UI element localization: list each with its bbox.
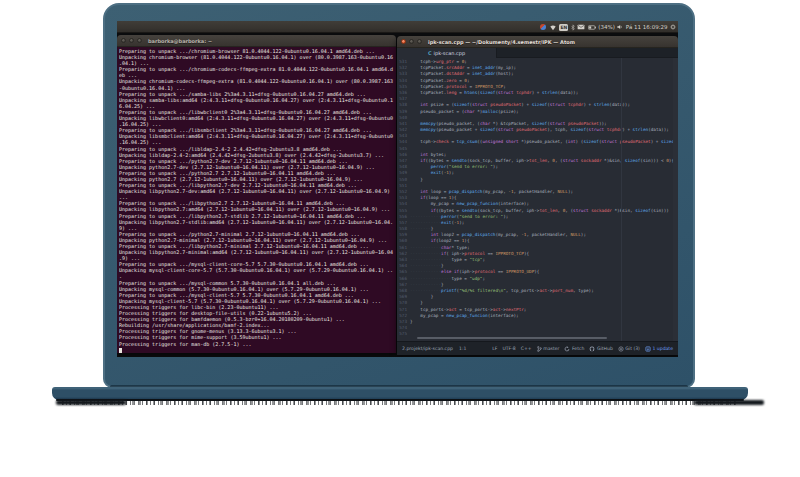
code-line: 542 memcpy(pseudo_packet + sizeof(struct… bbox=[397, 127, 678, 133]
tab-label: ipk-scan.cpp bbox=[434, 50, 466, 56]
package-icon bbox=[645, 346, 651, 352]
status-git-branch[interactable]: master bbox=[537, 346, 560, 352]
mail-icon[interactable] bbox=[577, 24, 585, 30]
file-type-icon: C bbox=[428, 51, 432, 56]
tab-bar: C ipk-scan.cpp bbox=[397, 48, 678, 58]
status-cursor-position[interactable]: 1:1 bbox=[459, 346, 466, 351]
laptop-screen: EN (34%) Pá 11 16:09:29 barborka@barbork… bbox=[117, 21, 678, 357]
keyboard-layout-indicator[interactable]: EN bbox=[559, 24, 568, 31]
minimize-icon[interactable] bbox=[129, 38, 134, 43]
clock[interactable]: Pá 11 16:09:29 bbox=[626, 24, 668, 30]
status-updates[interactable]: 1 update bbox=[645, 346, 673, 352]
status-github[interactable]: GitHub bbox=[589, 346, 612, 352]
status-encoding[interactable]: UTF-8 bbox=[502, 346, 515, 351]
close-icon[interactable] bbox=[401, 39, 406, 44]
status-language[interactable]: C++ bbox=[521, 346, 532, 351]
wifi-icon[interactable] bbox=[549, 24, 557, 31]
atom-titlebar[interactable]: ipk-scan.cpp — ~/Dokumenty/4.semestr/IPK… bbox=[397, 36, 678, 48]
sync-icon bbox=[564, 346, 570, 352]
branch-icon bbox=[537, 346, 542, 352]
status-fetch[interactable]: Fetch bbox=[564, 346, 584, 352]
status-git-changes[interactable]: Git (3) bbox=[618, 346, 640, 352]
git-icon bbox=[618, 346, 624, 352]
terminal-title: barborka@barborka: ~ bbox=[148, 38, 212, 44]
atom-title: ipk-scan.cpp — ~/Dokumenty/4.semestr/IPK… bbox=[428, 39, 575, 45]
volume-icon[interactable] bbox=[617, 24, 623, 30]
app-indicator-icon[interactable] bbox=[540, 24, 546, 30]
terminal-cursor bbox=[119, 348, 122, 353]
terminal-window: barborka@barborka: ~ Preparing to unpack… bbox=[117, 35, 396, 353]
terminal-titlebar[interactable]: barborka@barborka: ~ bbox=[117, 35, 396, 47]
wrap-guide bbox=[621, 58, 622, 341]
status-bar: 2.projekt/ipk-scan.cpp 1:1 LF UTF-8 C++ … bbox=[397, 341, 678, 355]
code-line: 544 tcph->check = tcp_csum((unsigned sho… bbox=[397, 139, 678, 145]
session-gear-icon[interactable] bbox=[670, 24, 676, 30]
code-editor[interactable]: 531 tcph->urg_ptr = 0;532 tcpPacket.srcA… bbox=[397, 58, 678, 341]
laptop-mockup: EN (34%) Pá 11 16:09:29 barborka@barbork… bbox=[0, 0, 800, 477]
battery-percentage: (34%) bbox=[598, 24, 615, 30]
horizontal-scrollbar[interactable] bbox=[417, 337, 607, 340]
minimize-icon[interactable] bbox=[409, 39, 414, 44]
github-icon bbox=[589, 346, 595, 352]
tab-ipk-scan[interactable]: C ipk-scan.cpp bbox=[397, 48, 497, 58]
laptop-shadow bbox=[62, 401, 738, 405]
top-panel: EN (34%) Pá 11 16:09:29 bbox=[117, 21, 678, 33]
battery-icon[interactable] bbox=[588, 25, 596, 30]
close-icon[interactable] bbox=[121, 38, 126, 43]
maximize-icon[interactable] bbox=[417, 39, 422, 44]
atom-window: ipk-scan.cpp — ~/Dokumenty/4.semestr/IPK… bbox=[397, 36, 678, 355]
status-line-ending[interactable]: LF bbox=[492, 346, 497, 351]
bluetooth-icon[interactable] bbox=[571, 24, 575, 31]
maximize-icon[interactable] bbox=[137, 38, 142, 43]
status-file-path[interactable]: 2.projekt/ipk-scan.cpp bbox=[402, 346, 453, 351]
vertical-scrollbar[interactable] bbox=[673, 58, 678, 341]
terminal-output[interactable]: Preparing to unpack .../chromium-browser… bbox=[117, 47, 396, 353]
system-tray: EN (34%) Pá 11 16:09:29 bbox=[540, 21, 676, 33]
